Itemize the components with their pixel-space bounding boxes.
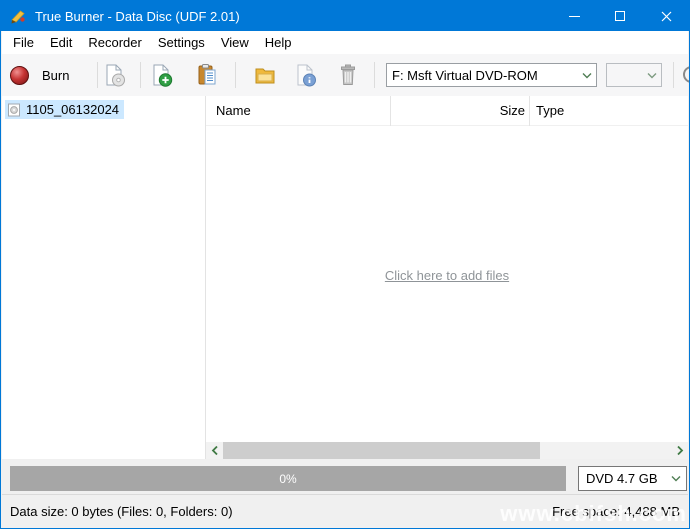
paste-button[interactable] [195,63,219,87]
file-list-panel: Name Size Type Click here to add files [206,96,688,459]
toolbar-separator [97,62,98,88]
app-window: True Burner - Data Disc (UDF 2.01) File … [0,0,690,529]
window-title: True Burner - Data Disc (UDF 2.01) [35,9,240,24]
window-controls [551,1,689,31]
burn-button[interactable]: Burn [10,61,69,89]
close-button[interactable] [643,1,689,31]
menu-file[interactable]: File [5,31,42,54]
recorder-device-value: F: Msft Virtual DVD-ROM [387,68,578,83]
chevron-down-icon [643,72,661,79]
column-divider[interactable] [529,96,530,126]
maximize-button[interactable] [597,1,643,31]
status-free-space: Free space: 4,488 MB [552,504,680,519]
menu-help[interactable]: Help [257,31,300,54]
new-folder-button[interactable] [253,63,277,87]
column-header-size[interactable]: Size [391,96,525,125]
menu-bar: File Edit Recorder Settings View Help [2,31,688,54]
scroll-left-button[interactable] [206,442,223,459]
save-disc-image-button[interactable] [102,63,126,87]
maximize-icon [615,11,625,21]
burn-disc-icon [10,66,29,85]
tree-item-label: 1105_06132024 [26,102,119,117]
minimize-button[interactable] [551,1,597,31]
menu-edit[interactable]: Edit [42,31,80,54]
status-data-size: Data size: 0 bytes (Files: 0, Folders: 0… [10,504,233,519]
menu-settings[interactable]: Settings [150,31,213,54]
app-logo-icon [10,8,27,25]
toolbar-separator [140,62,141,88]
close-icon [661,11,672,22]
file-info-button[interactable] [293,63,317,87]
status-bar: Data size: 0 bytes (Files: 0, Folders: 0… [2,494,688,527]
column-header-name[interactable]: Name [216,96,251,125]
tree-item-root[interactable]: 1105_06132024 [2,100,205,119]
progress-row: 0% DVD 4.7 GB [2,459,688,494]
menu-recorder[interactable]: Recorder [80,31,149,54]
disc-document-icon [7,103,21,117]
add-files-link[interactable]: Click here to add files [206,268,688,283]
burn-speed-dropdown[interactable] [606,63,662,87]
title-bar: True Burner - Data Disc (UDF 2.01) [1,1,689,31]
chevron-down-icon [666,475,686,482]
toolbar: Burn [2,54,688,96]
horizontal-scrollbar[interactable] [206,442,688,459]
media-size-dropdown[interactable]: DVD 4.7 GB [578,466,687,491]
toolbar-separator [374,62,375,88]
toolbar-separator [235,62,236,88]
recorder-device-dropdown[interactable]: F: Msft Virtual DVD-ROM [386,63,597,87]
minimize-icon [569,16,580,17]
scroll-right-button[interactable] [671,442,688,459]
toolbar-separator [673,62,674,88]
tree-item-selection: 1105_06132024 [5,100,124,119]
file-list-header: Name Size Type [206,96,688,126]
erase-disc-button[interactable] [683,66,690,83]
compilation-tree-panel: 1105_06132024 [2,96,206,459]
menu-view[interactable]: View [213,31,257,54]
column-header-type[interactable]: Type [536,96,564,125]
delete-button[interactable] [336,63,360,87]
media-size-value: DVD 4.7 GB [579,471,666,486]
scrollbar-thumb[interactable] [223,442,540,459]
chevron-left-icon [211,445,219,456]
burn-button-label: Burn [42,68,69,83]
chevron-right-icon [676,445,684,456]
burn-progress-bar: 0% [10,466,566,491]
chevron-down-icon [578,72,596,79]
add-files-button[interactable] [149,63,173,87]
progress-percent: 0% [279,472,296,486]
